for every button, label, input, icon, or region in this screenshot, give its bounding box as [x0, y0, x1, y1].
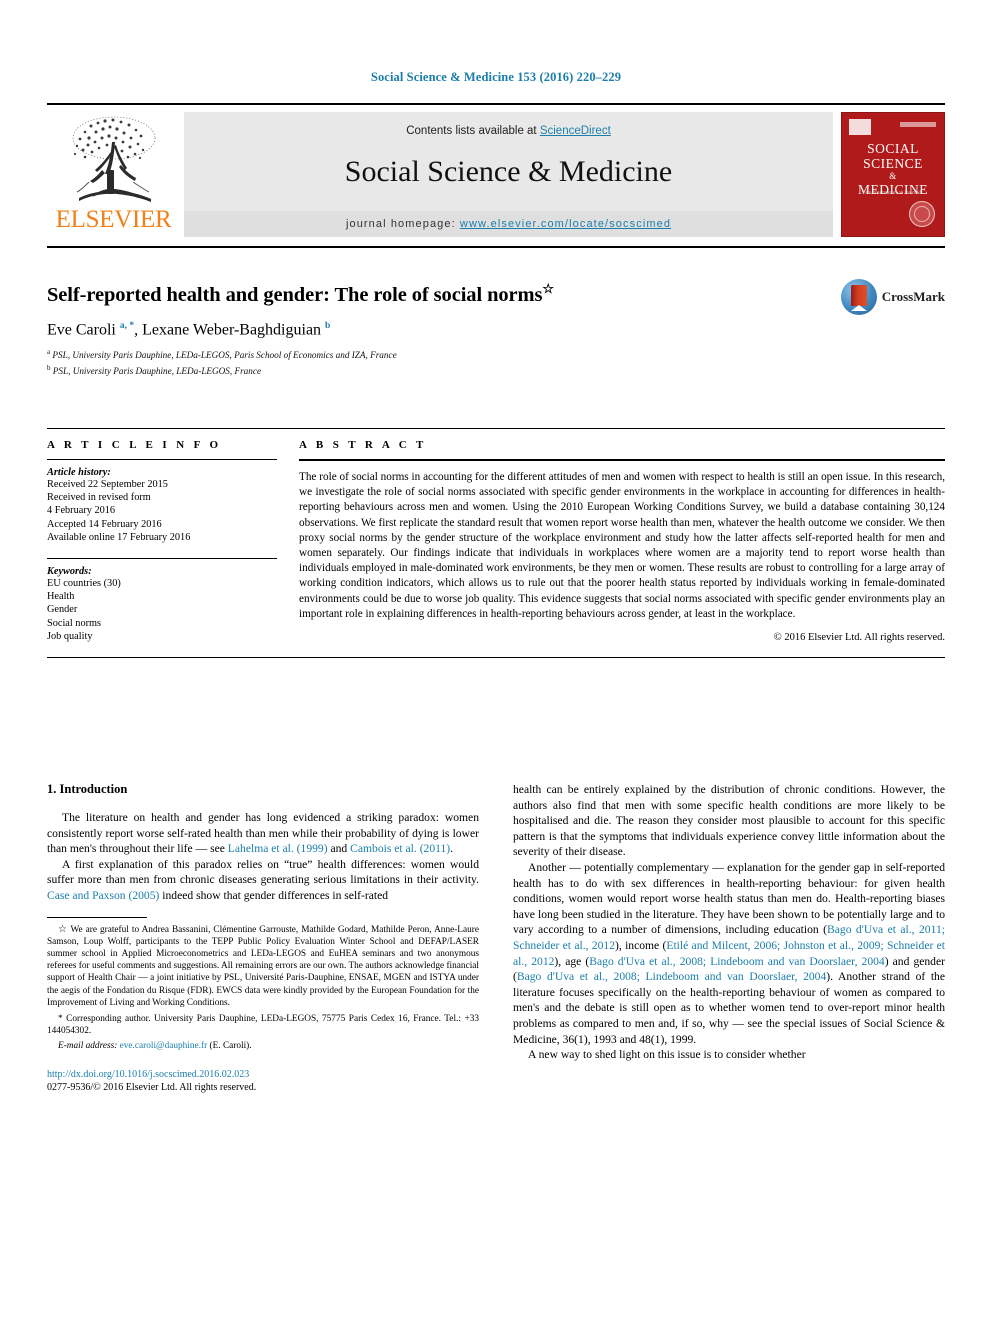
body-column-right: health can be entirely explained by the …: [513, 782, 945, 1093]
citation-link[interactable]: Cambois et al. (2011): [350, 842, 450, 855]
info-top-rule: [47, 428, 945, 429]
keywords-rule: [47, 558, 277, 560]
issn-copyright: 0277-9536/© 2016 Elsevier Ltd. All right…: [47, 1081, 257, 1093]
elsevier-wordmark: ELSEVIER: [55, 206, 172, 233]
body-paragraph: health can be entirely explained by the …: [513, 783, 945, 859]
keywords-label: Keywords:: [47, 566, 92, 578]
body-paragraph: The literature on health and gender has …: [47, 811, 479, 856]
abstract-text: The role of social norms in accounting f…: [299, 471, 945, 620]
body-paragraph: A new way to shed light on this issue is…: [528, 1048, 806, 1062]
affiliation-b: b PSL, University Paris Dauphine, LEDa-L…: [47, 363, 262, 376]
abstract-heading: A B S T R A C T: [299, 439, 427, 451]
keyword-item: EU countries (30): [47, 578, 121, 590]
email-owner: (E. Caroli).: [209, 1041, 252, 1052]
homepage-label: journal homepage:: [345, 218, 456, 230]
affiliation-a-text: PSL, University Paris Dauphine, LEDa-LEG…: [52, 350, 397, 361]
elsevier-tree-icon: [72, 116, 155, 202]
crossmark-label: CrossMark: [881, 289, 945, 304]
history-item: Available online 17 February 2016: [47, 531, 191, 543]
article-info-column: A R T I C L E I N F O Article history: R…: [47, 439, 299, 643]
keyword-item: Job quality: [47, 630, 93, 642]
journal-homepage-bar: journal homepage: www.elsevier.com/locat…: [184, 211, 833, 237]
page-title: Self-reported health and gender: The rol…: [47, 281, 945, 307]
history-item: Accepted 14 February 2016: [47, 518, 162, 530]
article-info-rule: [47, 459, 277, 460]
crossmark-badge[interactable]: CrossMark: [840, 279, 945, 315]
info-abstract-block: A R T I C L E I N F O Article history: R…: [47, 428, 945, 659]
cover-title-line1: SOCIAL: [867, 141, 919, 156]
abstract-copyright: © 2016 Elsevier Ltd. All rights reserved…: [773, 632, 945, 644]
affiliation-a: a PSL, University Paris Dauphine, LEDa-L…: [47, 348, 397, 361]
body-paragraph: A first explanation of this paradox reli…: [47, 857, 479, 902]
email-link[interactable]: eve.caroli@dauphine.fr: [120, 1041, 208, 1051]
cover-title-amp: &: [889, 171, 897, 181]
paper-page: Social Science & Medicine 153 (2016) 220…: [0, 0, 992, 1323]
history-item: 4 February 2016: [47, 505, 116, 517]
citation-link[interactable]: Bago d'Uva et al., 2008; Lindeboom and v…: [589, 955, 884, 968]
crossmark-icon: [840, 279, 877, 315]
abstract-rule: [299, 459, 945, 461]
journal-banner: Contents lists available at ScienceDirec…: [184, 112, 833, 237]
doi-link[interactable]: http://dx.doi.org/10.1016/j.socscimed.20…: [47, 1069, 479, 1080]
footnote-acknowledgement: ☆ We are grateful to Andrea Bassanini, C…: [47, 923, 479, 1008]
cover-title: SOCIAL SCIENCE & MEDICINE: [842, 141, 944, 197]
body-column-left: 1. Introduction The literature on health…: [47, 782, 479, 1093]
cover-subtitle: An International Journal: [864, 191, 922, 196]
author-list: Eve Caroli a, *, Lexane Weber-Baghdiguia…: [47, 320, 331, 339]
sciencedirect-link[interactable]: ScienceDirect: [540, 125, 611, 137]
cover-seal-icon: [909, 201, 935, 227]
footnote-corresponding-author: * Corresponding author. University Paris…: [47, 1013, 479, 1037]
info-bottom-rule: [47, 657, 945, 659]
contents-prefix: Contents lists available at: [406, 125, 540, 137]
journal-masthead: ELSEVIER Contents lists available at Sci…: [47, 103, 945, 237]
keyword-item: Gender: [47, 604, 78, 616]
citation-link[interactable]: Bago d'Uva et al., 2008; Lindeboom and v…: [517, 970, 826, 983]
journal-cover: SOCIAL SCIENCE & MEDICINE An Internation…: [841, 112, 945, 237]
keyword-item: Social norms: [47, 617, 102, 629]
title-top-rule: [47, 246, 945, 248]
elsevier-logo: ELSEVIER: [47, 112, 180, 237]
title-footnote-marker: ☆: [542, 281, 554, 296]
body-paragraph: Another — potentially complementary — ex…: [513, 860, 946, 1046]
affiliation-b-text: PSL, University Paris Dauphine, LEDa-LEG…: [52, 365, 262, 376]
journal-homepage-link[interactable]: www.elsevier.com/locate/socscimed: [460, 218, 671, 230]
email-label: E-mail address:: [58, 1041, 118, 1052]
history-item: Received 22 September 2015: [47, 479, 168, 490]
section-heading-introduction: 1. Introduction: [47, 782, 128, 796]
title-block: CrossMark Self-reported health and gende…: [47, 246, 945, 377]
journal-title: Social Science & Medicine: [344, 155, 673, 188]
article-history-label: Article history:: [47, 467, 111, 478]
cover-top-band: [900, 122, 936, 127]
citation-link[interactable]: Case and Paxson (2005): [47, 889, 159, 902]
cover-title-line2: SCIENCE: [863, 156, 923, 171]
abstract-column: A B S T R A C T The role of social norms…: [299, 439, 945, 643]
citation-link[interactable]: Lahelma et al. (1999): [228, 842, 328, 855]
article-body: 1. Introduction The literature on health…: [47, 782, 945, 1093]
history-item: Received in revised form: [47, 492, 151, 504]
article-info-heading: A R T I C L E I N F O: [47, 439, 222, 451]
keyword-item: Health: [47, 591, 75, 603]
masthead-top-rule: [47, 103, 945, 105]
cover-publisher-mark: [849, 119, 871, 135]
paper-title-text: Self-reported health and gender: The rol…: [47, 283, 543, 306]
contents-line: Contents lists available at ScienceDirec…: [184, 112, 833, 137]
running-head: Social Science & Medicine 153 (2016) 220…: [370, 70, 622, 84]
footnote-rule: [47, 916, 147, 918]
footnote-email: E-mail address: eve.caroli@dauphine.fr (…: [47, 1040, 479, 1052]
